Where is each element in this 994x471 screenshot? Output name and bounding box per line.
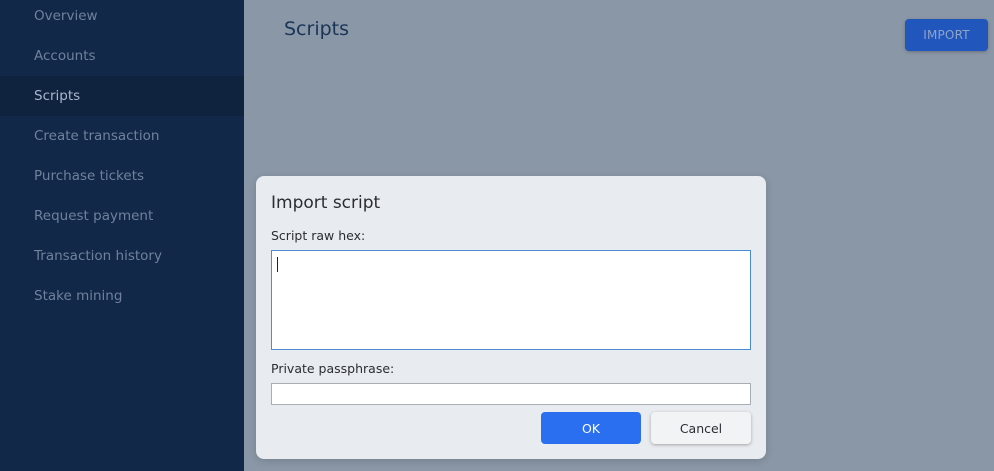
sidebar-item-accounts[interactable]: Accounts bbox=[0, 36, 244, 76]
sidebar-item-create-transaction[interactable]: Create transaction bbox=[0, 116, 244, 156]
passphrase-label: Private passphrase: bbox=[271, 361, 395, 376]
import-button[interactable]: IMPORT bbox=[905, 19, 988, 51]
import-script-dialog: Import script Script raw hex: Private pa… bbox=[256, 176, 766, 459]
script-hex-label: Script raw hex: bbox=[271, 228, 366, 243]
sidebar: Overview Accounts Scripts Create transac… bbox=[0, 0, 244, 471]
sidebar-item-scripts[interactable]: Scripts bbox=[0, 76, 244, 116]
sidebar-item-transaction-history[interactable]: Transaction history bbox=[0, 236, 244, 276]
page-title: Scripts bbox=[284, 18, 350, 40]
sidebar-item-purchase-tickets[interactable]: Purchase tickets bbox=[0, 156, 244, 196]
passphrase-input[interactable] bbox=[271, 383, 751, 405]
ok-button[interactable]: OK bbox=[541, 412, 641, 444]
script-hex-input[interactable] bbox=[271, 250, 751, 350]
sidebar-item-stake-mining[interactable]: Stake mining bbox=[0, 276, 244, 316]
app-window: Overview Accounts Scripts Create transac… bbox=[0, 0, 994, 471]
dialog-title: Import script bbox=[271, 193, 381, 213]
sidebar-item-overview[interactable]: Overview bbox=[0, 0, 244, 36]
cancel-button[interactable]: Cancel bbox=[651, 412, 751, 444]
text-caret bbox=[277, 257, 278, 272]
sidebar-item-request-payment[interactable]: Request payment bbox=[0, 196, 244, 236]
